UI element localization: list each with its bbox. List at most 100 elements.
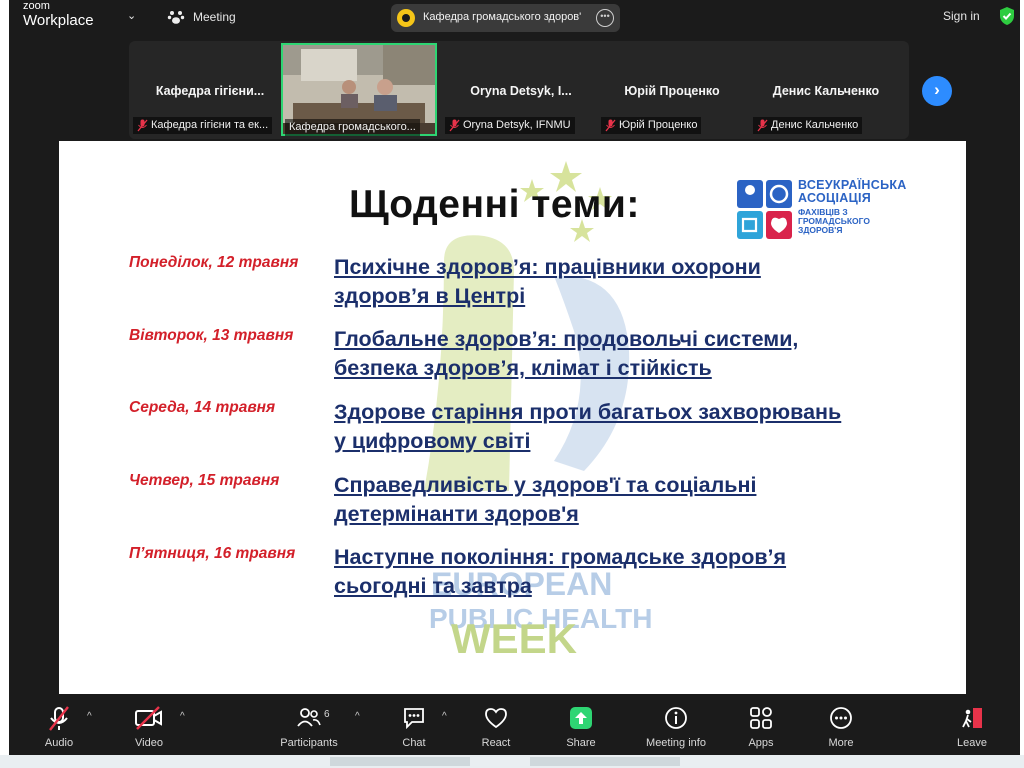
meeting-badge-icon	[397, 9, 415, 27]
audio-options-caret[interactable]: ^	[87, 711, 92, 722]
participants-label: Participants	[280, 737, 338, 749]
participant-label: Oryna Detsyk, IFNMU	[445, 117, 575, 134]
topic-line: Психічне здоров’я: працівники охорони	[334, 255, 761, 279]
muted-mic-icon	[449, 119, 460, 132]
video-label: Video	[135, 737, 163, 749]
leave-label: Leave	[957, 737, 987, 749]
react-button[interactable]: React	[456, 697, 536, 755]
meeting-title-pill[interactable]: Кафедра громадського здоров' •••	[391, 4, 620, 32]
chat-icon	[404, 708, 424, 730]
participant-tile[interactable]: Кафедра гігієни... Кафедра гігієни та ек…	[131, 43, 289, 136]
association-logo-mark	[737, 180, 792, 239]
participant-label-text: Юрій Проценко	[619, 119, 698, 131]
topic-line: у цифровому світі	[334, 429, 531, 453]
association-logo: ВСЕУКРАЇНСЬКА АСОЦІАЦІЯ ФАХІВЦІВ З ГРОМА…	[736, 178, 916, 241]
muted-microphone-icon	[49, 706, 69, 731]
info-icon	[665, 707, 687, 729]
muted-mic-icon	[137, 119, 148, 132]
participant-label-text: Кафедра гігієни та ек...	[151, 119, 269, 131]
audio-button[interactable]: Audio	[19, 697, 99, 755]
more-label: More	[828, 737, 854, 749]
participant-tile[interactable]: Юрій Проценко Юрій Проценко	[599, 43, 745, 136]
leave-button[interactable]: Leave	[932, 697, 1012, 755]
video-options-caret[interactable]: ^	[180, 711, 185, 722]
participant-label: Кафедра громадського...	[285, 119, 420, 136]
schedule-day: П’ятниця, 16 травня	[129, 545, 296, 562]
schedule-topic-link[interactable]: Наступне покоління: громадське здоров’я …	[334, 543, 924, 601]
paw-icon	[167, 11, 185, 24]
sign-in-link[interactable]: Sign in	[943, 9, 980, 23]
heart-icon	[485, 708, 507, 729]
participants-icon	[297, 708, 321, 727]
apps-button[interactable]: Apps	[721, 697, 801, 755]
topic-line: сьогодні та завтра	[334, 574, 532, 598]
participant-name: Денис Кальченко	[772, 84, 880, 98]
topic-line: Глобальне здоров’я: продовольчі системи,	[334, 327, 799, 351]
schedule-day: Вівторок, 13 травня	[129, 327, 294, 344]
chat-options-caret[interactable]: ^	[442, 711, 447, 722]
topic-line: Наступне покоління: громадське здоров’я	[334, 545, 787, 569]
meeting-info-label: Meeting info	[646, 737, 706, 749]
next-page-button[interactable]: ›	[922, 76, 952, 106]
zoom-window: zoom Workplace ⌄ Meeting Кафедра громадс…	[9, 0, 1020, 755]
share-button[interactable]: Share	[541, 697, 621, 755]
participant-tile-active-video[interactable]: Кафедра громадського...	[281, 43, 437, 136]
meeting-info-button[interactable]: Meeting info	[636, 697, 716, 755]
more-options-icon[interactable]: •••	[596, 9, 614, 27]
taskbar-segment	[330, 757, 470, 766]
schedule-topic-link[interactable]: Психічне здоров’я: працівники охорони зд…	[334, 253, 924, 311]
schedule-topic-link[interactable]: Справедливість у здоров'ї та соціальні д…	[334, 471, 924, 529]
share-label: Share	[566, 737, 596, 749]
schedule-day: Четвер, 15 травня	[129, 472, 280, 489]
participant-label-text: Кафедра громадського...	[289, 121, 416, 133]
more-button[interactable]: More	[801, 697, 881, 755]
participant-name: Oryna Detsyk, I...	[470, 84, 572, 98]
top-bar: zoom Workplace ⌄ Meeting Кафедра громадс…	[9, 0, 1020, 36]
participants-options-caret[interactable]: ^	[355, 711, 360, 722]
muted-mic-icon	[757, 119, 768, 132]
chat-label: Chat	[402, 737, 426, 749]
participant-label: Кафедра гігієни та ек...	[133, 117, 273, 134]
topic-line: безпека здоров’я, клімат і стійкість	[334, 356, 712, 380]
schedule-day: Понеділок, 12 травня	[129, 254, 299, 271]
react-label: React	[481, 737, 511, 749]
topic-line: детермінанти здоров'я	[334, 502, 579, 526]
participant-label-text: Oryna Detsyk, IFNMU	[463, 119, 571, 131]
muted-mic-icon	[605, 119, 616, 132]
schedule-day: Середа, 14 травня	[129, 399, 276, 416]
participant-tile[interactable]: Денис Кальченко Денис Кальченко	[751, 43, 901, 136]
taskbar-segment	[530, 757, 680, 766]
security-shield-icon[interactable]	[999, 6, 1015, 26]
apps-icon	[750, 707, 772, 729]
participant-label: Денис Кальченко	[753, 117, 863, 134]
leave-door-icon	[962, 708, 982, 728]
meeting-title: Кафедра громадського здоров'	[423, 11, 582, 23]
chat-button[interactable]: Chat	[374, 697, 454, 755]
chevron-down-icon[interactable]: ⌄	[127, 9, 136, 22]
logo-bottom-text: Workplace	[23, 12, 94, 29]
topic-line: здоров’я в Центрі	[334, 284, 526, 308]
participants-count: 6	[324, 709, 330, 720]
video-button[interactable]: Video	[109, 697, 189, 755]
logo-line2: АСОЦІАЦІЯ	[798, 191, 872, 206]
more-icon	[830, 707, 852, 729]
schedule-topic-link[interactable]: Глобальне здоров’я: продовольчі системи,…	[334, 325, 924, 383]
logo-line3: ФАХІВЦІВ З ГРОМАДСЬКОГО	[798, 207, 870, 227]
participant-name: Юрій Проценко	[624, 84, 720, 98]
meeting-toolbar: Audio ^ Video ^ Participants 6 ^ Chat ^ …	[9, 697, 1020, 755]
participant-label: Юрій Проценко	[601, 117, 702, 134]
logo-line4: ЗДОРОВ'Я	[798, 225, 843, 236]
topic-line: Здорове старіння проти багатьох захворюв…	[334, 400, 842, 424]
participant-tile[interactable]: Oryna Detsyk, I... Oryna Detsyk, IFNMU	[445, 43, 597, 136]
zoom-workplace-logo[interactable]: zoom Workplace	[23, 1, 94, 29]
participant-name: Кафедра гігієни...	[155, 84, 265, 98]
watermark-line3: WEEK	[451, 615, 577, 662]
association-logo-text: ВСЕУКРАЇНСЬКА АСОЦІАЦІЯ ФАХІВЦІВ З ГРОМА…	[798, 178, 916, 236]
meeting-label[interactable]: Meeting	[193, 10, 236, 24]
slide-title: Щоденні теми:	[349, 183, 640, 226]
apps-label: Apps	[748, 737, 774, 749]
audio-label: Audio	[44, 737, 74, 749]
schedule-topic-link[interactable]: Здорове старіння проти багатьох захворюв…	[334, 398, 924, 456]
taskbar-strip	[0, 755, 1024, 768]
participants-button[interactable]: Participants	[269, 697, 349, 755]
